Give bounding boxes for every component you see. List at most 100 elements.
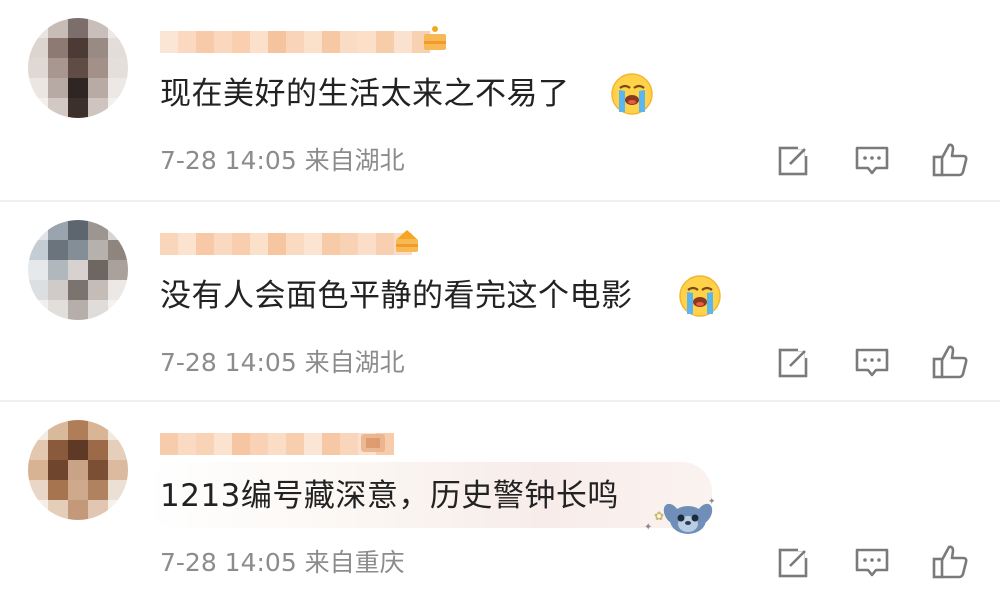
username-pixel [268, 31, 286, 53]
avatar-pixel [48, 58, 68, 78]
like-icon[interactable] [930, 140, 970, 180]
vip-crown-icon [361, 434, 385, 452]
username-pixel [322, 433, 340, 455]
username-pixel [196, 31, 214, 53]
username-pixel [178, 433, 196, 455]
comment-text: 现在美好的生活太来之不易了 [160, 76, 570, 112]
username-pixel [250, 31, 268, 53]
avatar-pixel [108, 260, 128, 280]
username-pixel [304, 31, 322, 53]
comment-text: 没有人会面色平静的看完这个电影 [160, 278, 633, 314]
username-pixel [340, 233, 358, 255]
avatar-pixel [88, 58, 108, 78]
avatar-pixel [68, 260, 88, 280]
avatar-pixel [68, 240, 88, 260]
avatar-pixel [88, 500, 108, 520]
avatar-pixel [28, 220, 48, 240]
username-pixel [214, 233, 232, 255]
comment-actions [774, 542, 970, 582]
username-pixel [268, 233, 286, 255]
avatar[interactable] [28, 420, 128, 520]
username-pixel [394, 31, 412, 53]
username-pixel [304, 233, 322, 255]
avatar-pixel [28, 240, 48, 260]
comment-icon[interactable] [852, 140, 892, 180]
avatar-pixel [28, 480, 48, 500]
avatar-pixel [28, 440, 48, 460]
username-pixel [322, 31, 340, 53]
avatar-pixel [68, 500, 88, 520]
avatar-pixel [108, 38, 128, 58]
avatar-pixel [88, 38, 108, 58]
avatar-pixel [28, 78, 48, 98]
svg-text:✿: ✿ [654, 509, 664, 523]
avatar-pixel [28, 500, 48, 520]
avatar-pixel [28, 260, 48, 280]
avatar-pixel [28, 18, 48, 38]
loudly-crying-face-icon [679, 275, 721, 317]
avatar-pixel [88, 220, 108, 240]
avatar-pixel [108, 78, 128, 98]
avatar-pixel [108, 220, 128, 240]
avatar-pixel [68, 440, 88, 460]
avatar-pixel [88, 98, 108, 118]
username-pixel [250, 233, 268, 255]
avatar-pixel [108, 480, 128, 500]
avatar-pixel [108, 460, 128, 480]
username-pixel [196, 233, 214, 255]
loudly-crying-face-icon [611, 73, 653, 115]
username-pixel [214, 433, 232, 455]
avatar-pixel [48, 18, 68, 38]
avatar-pixel [88, 78, 108, 98]
avatar-pixel [68, 280, 88, 300]
comment-icon[interactable] [852, 342, 892, 382]
share-icon[interactable] [774, 140, 814, 180]
comment-actions [774, 342, 970, 382]
avatar-pixel [88, 260, 108, 280]
username-pixel [340, 31, 358, 53]
avatar-pixel [48, 38, 68, 58]
username-pixel [232, 31, 250, 53]
avatar-pixel [88, 420, 108, 440]
username-pixel [196, 433, 214, 455]
comment-item: 1213编号藏深意，历史警钟长鸣 7-28 14:05 来自重庆 [0, 400, 1000, 602]
avatar-pixel [88, 280, 108, 300]
comment-icon[interactable] [852, 542, 892, 582]
share-icon[interactable] [774, 342, 814, 382]
avatar[interactable] [28, 220, 128, 320]
avatar-pixel [48, 220, 68, 240]
avatar-pixel [48, 500, 68, 520]
avatar-pixel [48, 260, 68, 280]
username[interactable] [160, 26, 430, 58]
comment-actions [774, 140, 970, 180]
avatar-pixel [88, 240, 108, 260]
username[interactable] [160, 228, 412, 260]
vip-crown-icon [424, 26, 446, 50]
avatar-pixel [48, 98, 68, 118]
avatar-pixel [88, 300, 108, 320]
comment-text: 1213编号藏深意，历史警钟长鸣 [160, 478, 619, 514]
avatar-pixel [68, 38, 88, 58]
svg-text:✦: ✦ [644, 522, 652, 533]
avatar[interactable] [28, 18, 128, 118]
avatar-pixel [68, 480, 88, 500]
avatar-pixel [68, 460, 88, 480]
like-icon[interactable] [930, 542, 970, 582]
username-pixel [160, 233, 178, 255]
share-icon[interactable] [774, 542, 814, 582]
comment-meta: 7-28 14:05 来自湖北 [160, 146, 405, 175]
like-icon[interactable] [930, 342, 970, 382]
avatar-pixel [88, 18, 108, 38]
username-pixel [160, 433, 178, 455]
avatar-pixel [68, 18, 88, 38]
avatar-pixel [68, 58, 88, 78]
avatar-pixel [88, 440, 108, 460]
avatar-pixel [88, 480, 108, 500]
avatar-pixel [108, 240, 128, 260]
comment-item: 现在美好的生活太来之不易了 7-28 14:05 来自湖北 [0, 0, 1000, 200]
username-pixel [232, 233, 250, 255]
avatar-pixel [108, 98, 128, 118]
comment-item: 没有人会面色平静的看完这个电影 7-28 14:05 来自湖北 [0, 200, 1000, 402]
avatar-pixel [48, 420, 68, 440]
avatar-pixel [28, 300, 48, 320]
